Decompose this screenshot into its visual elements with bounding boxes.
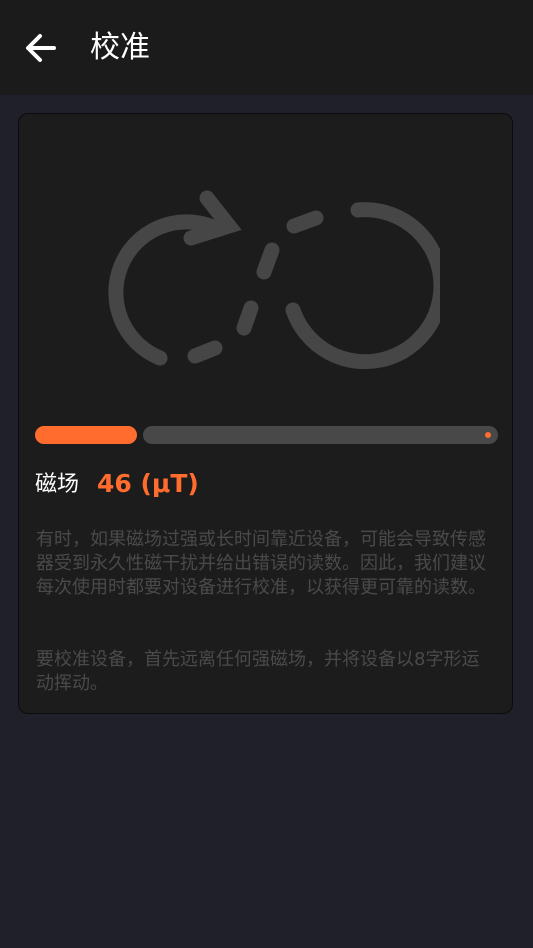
back-button[interactable] (20, 27, 62, 69)
arrow-left-icon (26, 34, 56, 62)
description-paragraph-2: 要校准设备，首先远离任何强磁场，并将设备以8字形运动挥动。 (36, 649, 480, 694)
magnetic-field-value: 46 (μT) (97, 469, 199, 498)
magnetic-field-label: 磁场 (35, 472, 80, 497)
description-paragraph-1: 有时，如果磁场过强或长时间靠近设备，可能会导致传感器受到永久性磁干扰并给出错误的… (36, 529, 486, 598)
figure-eight-calibration-icon (108, 190, 440, 370)
calibration-progress-track (143, 426, 498, 444)
app-bar: 校准 (0, 0, 533, 95)
calibration-progress-end-dot (485, 432, 491, 438)
page-title: 校准 (90, 30, 150, 65)
calibration-progress-fill (35, 426, 137, 444)
calibration-card: 磁场 46 (μT) 有时，如果磁场过强或长时间靠近设备，可能会导致传感器受到永… (18, 113, 513, 714)
